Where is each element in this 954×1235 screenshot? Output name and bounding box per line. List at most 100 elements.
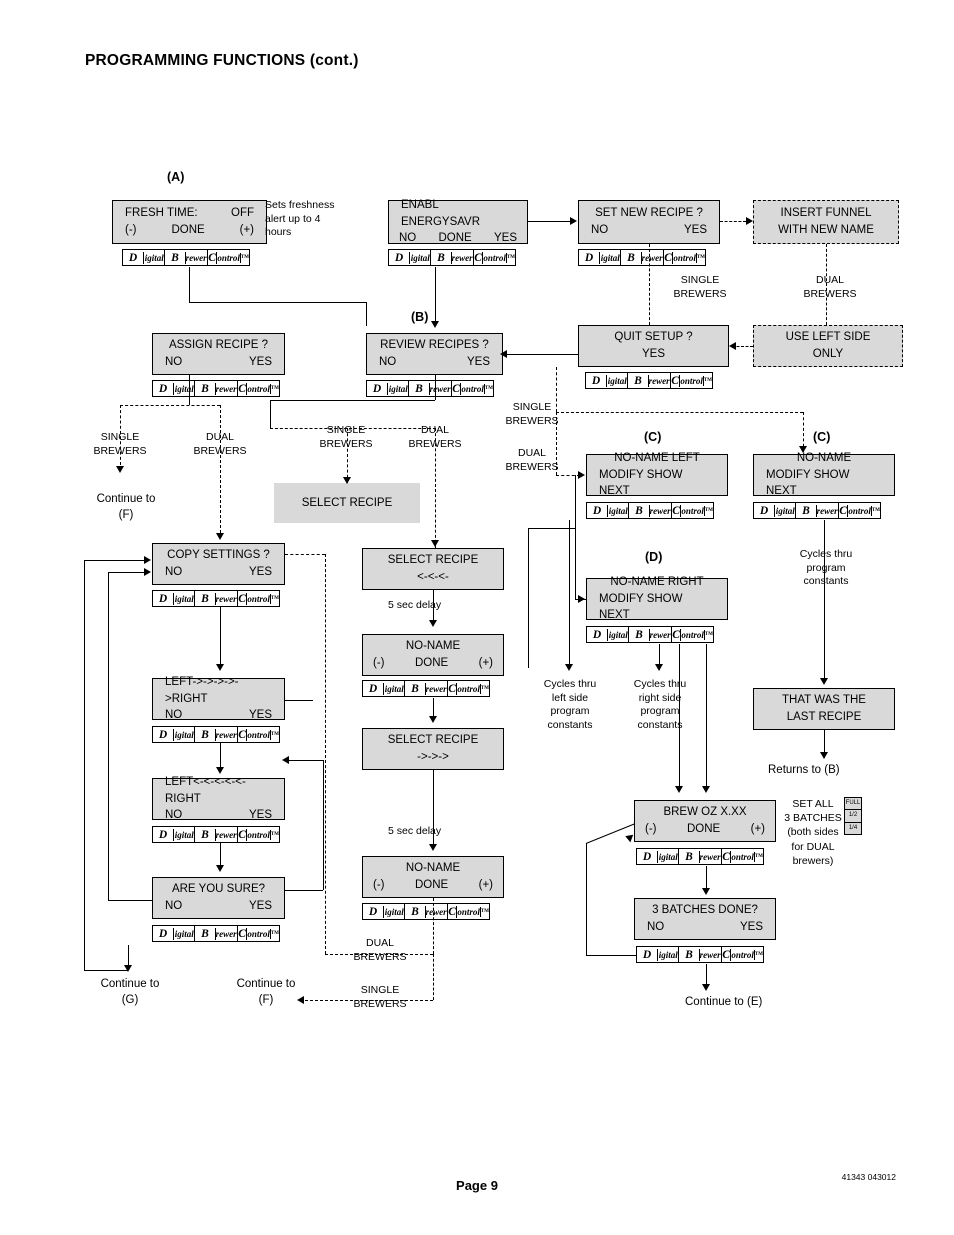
arrow-rl-yes: [282, 756, 289, 764]
brew-oz-done: DONE: [686, 823, 721, 835]
node-no-name-c[interactable]: NO-NAME MODIFY SHOW NEXT: [753, 452, 895, 497]
conn-assign-down: [189, 375, 190, 405]
conn-sure-yes-v: [323, 760, 324, 890]
left-to-right-yes: YES: [248, 709, 272, 722]
arrow-brew-oz-2: [675, 786, 683, 793]
node-select-recipe-back[interactable]: SELECT RECIPE <-<-<-: [362, 548, 504, 590]
conn-batches-loop-v: [586, 843, 587, 955]
energysaver-title: ENABL ENERGYSAVR: [401, 199, 481, 228]
node-brew-oz[interactable]: BREW OZ X.XX (-) DONE (+): [634, 800, 776, 842]
node-no-name-left[interactable]: NO-NAME LEFT MODIFY SHOW NEXT: [586, 452, 728, 497]
insert-funnel-line2: WITH NEW NAME: [778, 224, 874, 236]
last-recipe-line2: LAST RECIPE: [786, 711, 862, 723]
arrow-cycles-right: [655, 664, 663, 671]
node-are-you-sure[interactable]: ARE YOU SURE? NO YES: [152, 877, 285, 919]
use-left-line1: USE LEFT SIDE: [785, 331, 871, 344]
node-no-name-2[interactable]: NO-NAME (-) DONE (+): [362, 856, 504, 898]
assign-recipe-title: ASSIGN RECIPE ?: [168, 339, 269, 352]
logo-digital-brewer-control-14: Digital Brewer Control TM: [152, 826, 280, 843]
logo-digital-brewer-control-16: Digital Brewer Control TM: [636, 848, 764, 865]
node-no-name-1[interactable]: NO-NAME (-) DONE (+): [362, 634, 504, 676]
node-no-name-right[interactable]: NO-NAME RIGHT MODIFY SHOW NEXT: [586, 576, 728, 621]
no-name-2-title: NO-NAME: [405, 862, 461, 875]
tag-a: (A): [167, 170, 185, 184]
node-copy-settings[interactable]: COPY SETTINGS ? NO YES: [152, 543, 285, 585]
are-you-sure-no: NO: [165, 900, 183, 912]
arrow-copy-settings: [216, 533, 224, 540]
label-single-brewers-5: SINGLE BREWERS: [353, 984, 407, 1010]
node-review-recipes[interactable]: REVIEW RECIPES ? NO YES: [366, 333, 503, 375]
tag-c-left: (C): [644, 430, 662, 444]
conn-review-branch: [270, 428, 436, 429]
no-name-c-options: MODIFY SHOW NEXT: [766, 468, 850, 498]
review-recipes-yes: YES: [466, 356, 490, 368]
batch-full-label: FULL: [845, 798, 861, 811]
node-assign-recipe[interactable]: ASSIGN RECIPE ? NO YES: [152, 333, 285, 375]
conn-c-to-d: [575, 475, 576, 599]
arrow-review-left: [500, 350, 507, 358]
node-right-to-left[interactable]: LEFT<-<-<-<-<-RIGHT NO YES: [152, 776, 285, 821]
logo-digital-brewer-control-3: Digital Brewer Control TM: [578, 249, 706, 266]
conn-cycles-left-v: [569, 520, 570, 668]
conn-c-left-right: [556, 475, 580, 476]
conn-quit-to-c: [556, 412, 803, 413]
arrow-brew-oz: [702, 786, 710, 793]
conn-copy-yes: [285, 554, 325, 555]
conn-left-cycle-v: [528, 528, 529, 668]
batches-done-title: 3 BATCHES DONE?: [652, 904, 758, 917]
node-select-recipe[interactable]: SELECT RECIPE: [274, 483, 420, 523]
logo-digital-brewer-control-4: Digital Brewer Control TM: [152, 380, 280, 397]
no-name-right-title: NO-NAME RIGHT: [610, 576, 704, 588]
arrow-select-recipe-fwd: [429, 716, 437, 723]
conn-assign-single: [120, 405, 121, 465]
logo-digital-brewer-control-10: Digital Brewer Control TM: [362, 680, 490, 697]
select-recipe-title: SELECT RECIPE: [301, 497, 393, 509]
node-left-to-right[interactable]: LEFT->->->->->RIGHT NO YES: [152, 676, 285, 721]
arrow-copy-settings-left: [144, 556, 151, 564]
conn-d-to-brew: [706, 644, 707, 790]
right-to-left-yes: YES: [248, 809, 272, 822]
conn-assign-dual: [220, 405, 221, 538]
arrow-no-name-left: [578, 471, 585, 479]
arrow-are-you-sure: [216, 865, 224, 872]
node-quit-setup[interactable]: QUIT SETUP ? YES: [578, 325, 729, 367]
node-fresh-time[interactable]: FRESH TIME: OFF (-) DONE (+): [112, 200, 267, 244]
node-3-batches-done[interactable]: 3 BATCHES DONE? NO YES: [634, 898, 776, 940]
arrow-funnel: [746, 217, 753, 225]
batch-half-label: 1/2: [845, 810, 861, 823]
energysaver-no: NO: [399, 232, 417, 245]
conn-bottom-dash-v2: [433, 954, 434, 1000]
use-left-line2: ONLY: [812, 348, 844, 360]
arrow-left-right: [216, 664, 224, 671]
fresh-time-done: DONE: [171, 224, 205, 236]
node-enable-energysaver[interactable]: ENABL ENERGYSAVR NO DONE YES: [388, 199, 528, 245]
conn-left-return-h: [84, 560, 144, 561]
conn-sure-no-h: [108, 900, 152, 901]
arrow-continue-g: [124, 965, 132, 972]
logo-digital-brewer-control-8: Digital Brewer Control TM: [753, 502, 881, 519]
conn-srfwd-to-noname2: [433, 770, 434, 848]
left-to-right-title: LEFT->->->->->RIGHT: [165, 676, 239, 705]
no-name-2-minus: (-): [373, 879, 385, 891]
conn-energysaver-to-setnew: [528, 221, 570, 222]
conn-noname2-dash-down: [433, 898, 434, 954]
select-recipe-fwd-arrows: ->->->: [417, 751, 449, 763]
tag-c-right: (C): [813, 430, 831, 444]
insert-funnel-line1: INSERT FUNNEL: [780, 207, 872, 220]
set-new-no: NO: [591, 224, 609, 236]
logo-digital-brewer-control-7: Digital Brewer Control TM: [586, 502, 714, 519]
no-name-1-done: DONE: [414, 657, 449, 669]
arrow-continue-f-top: [116, 466, 124, 473]
batches-done-no: NO: [647, 921, 665, 933]
assign-recipe-yes: YES: [248, 356, 272, 368]
fresh-time-label: FRESH TIME:: [125, 207, 198, 220]
node-select-recipe-fwd[interactable]: SELECT RECIPE ->->->: [362, 728, 504, 770]
conn-sure-yes-h: [285, 890, 323, 891]
conn-quit-down: [556, 367, 557, 412]
conn-review-left: [270, 400, 435, 401]
node-insert-funnel: INSERT FUNNEL WITH NEW NAME: [753, 200, 899, 244]
no-name-2-done: DONE: [414, 879, 449, 891]
logo-digital-brewer-control-13: Digital Brewer Control TM: [152, 726, 280, 743]
node-set-new-recipe[interactable]: SET NEW RECIPE ? NO YES: [578, 200, 720, 244]
no-name-1-minus: (-): [373, 657, 385, 669]
